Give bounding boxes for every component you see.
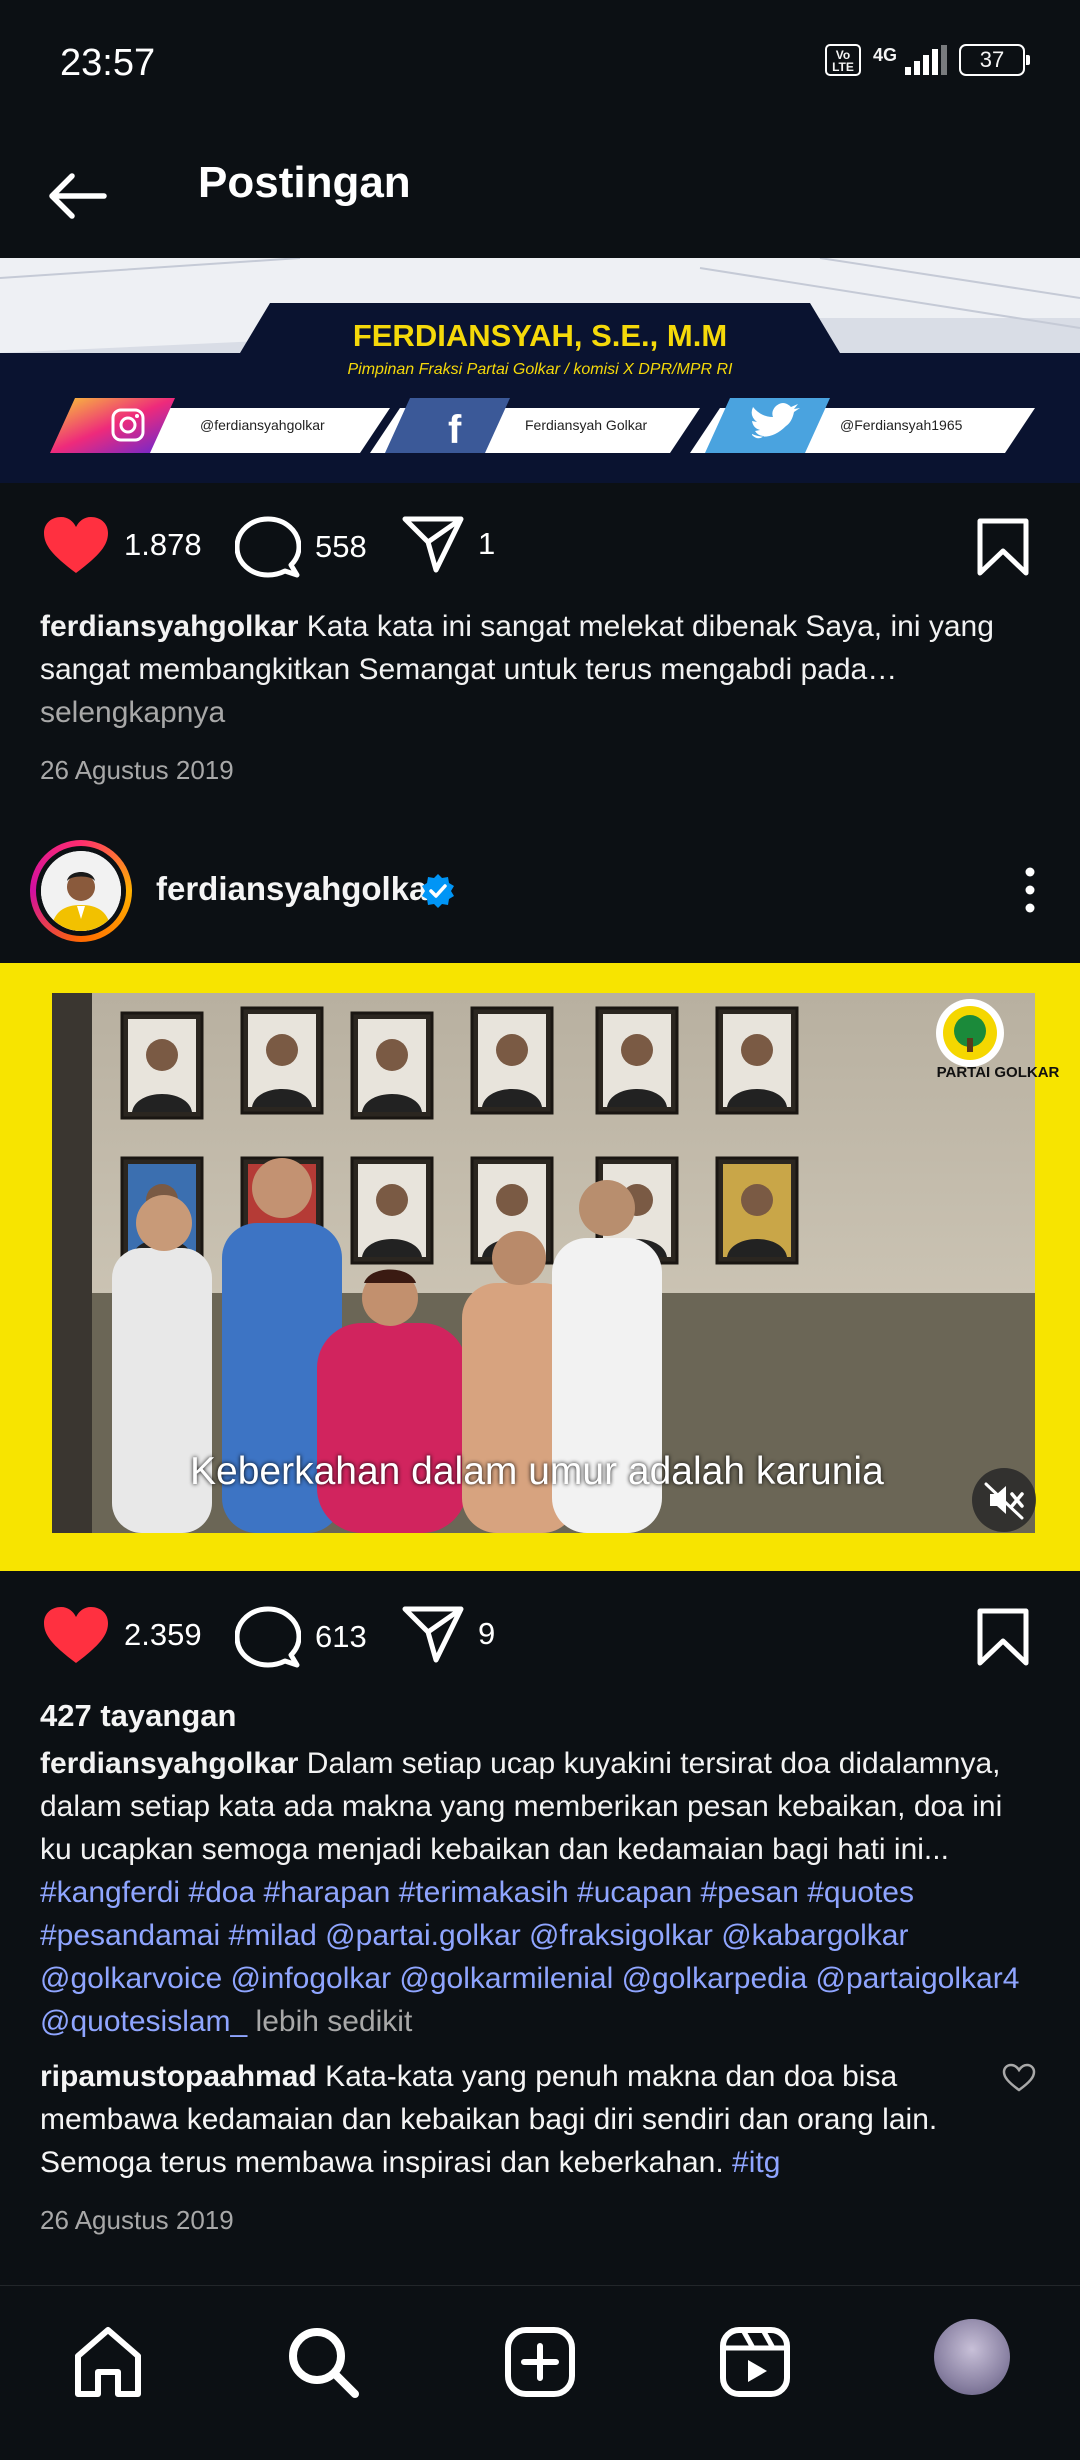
volte-icon: Vo LTE <box>824 44 861 76</box>
bookmark-icon[interactable] <box>976 517 1030 577</box>
home-icon[interactable] <box>68 2322 148 2402</box>
banner-instagram: @ferdiansyahgolkar <box>200 417 325 433</box>
signal-icon <box>905 45 947 75</box>
preview-comment: ripamustopaahmad Kata-kata yang penuh ma… <box>40 2055 940 2184</box>
comment-username[interactable]: ripamustopaahmad <box>40 2060 317 2093</box>
post1-share[interactable]: 1 <box>402 515 495 573</box>
comment-icon[interactable] <box>235 1605 301 1669</box>
share-count: 9 <box>478 1616 496 1651</box>
top-header: Postingan <box>0 130 1080 260</box>
post-username[interactable]: ferdiansyahgolkar <box>156 870 440 908</box>
svg-text:f: f <box>448 408 462 452</box>
post2-comment[interactable]: 613 <box>235 1605 367 1669</box>
post2-date: 26 Agustus 2019 <box>40 2205 234 2235</box>
post2-caption: ferdiansyahgolkar Dalam setiap ucap kuya… <box>40 1742 1040 2043</box>
comment-count: 613 <box>315 1619 367 1654</box>
bottom-navigation <box>0 2285 1080 2460</box>
video-subtitle: Keberkahan dalam umur adalah karunia <box>190 1450 884 1493</box>
status-time: 23:57 <box>60 42 156 84</box>
view-count[interactable]: 427 tayangan <box>40 1698 236 1734</box>
share-count: 1 <box>478 526 496 561</box>
reels-icon[interactable] <box>715 2322 795 2402</box>
create-icon[interactable] <box>500 2322 580 2402</box>
post1-caption: ferdiansyahgolkar Kata kata ini sangat m… <box>40 605 1040 734</box>
profile-avatar[interactable] <box>934 2319 1010 2395</box>
banner-twitter: @Ferdiansyah1965 <box>840 417 963 433</box>
heart-icon[interactable] <box>42 1605 110 1665</box>
comment-count: 558 <box>315 529 367 564</box>
more-link[interactable]: selengkapnya <box>40 696 225 729</box>
video-logo-text: PARTAI GOLKAR <box>937 1064 1060 1081</box>
comment-icon[interactable] <box>235 515 301 579</box>
status-icons: Vo LTE 4G 37 <box>824 44 1030 76</box>
comment-like-icon[interactable] <box>1002 2063 1036 2093</box>
share-icon[interactable] <box>402 515 464 573</box>
less-link[interactable]: lebih sedikit <box>247 2005 413 2038</box>
avatar[interactable] <box>30 840 132 942</box>
banner-facebook: Ferdiansyah Golkar <box>525 417 648 433</box>
battery-icon: 37 <box>959 44 1030 76</box>
post2-action-bar: 2.359 613 9 <box>0 1585 1080 1685</box>
mute-icon <box>984 1482 1024 1520</box>
post1-like[interactable]: 1.878 <box>42 515 202 575</box>
mute-button[interactable] <box>972 1468 1036 1532</box>
network-type: 4G <box>872 45 897 65</box>
post1-comment[interactable]: 558 <box>235 515 367 579</box>
post2-share[interactable]: 9 <box>402 1605 495 1663</box>
back-arrow-icon[interactable] <box>38 156 118 236</box>
status-bar: 23:57 Vo LTE 4G 37 <box>0 0 1080 130</box>
share-icon[interactable] <box>402 1605 464 1663</box>
post2-like[interactable]: 2.359 <box>42 1605 202 1665</box>
caption-username[interactable]: ferdiansyahgolkar <box>40 1747 298 1780</box>
comment-hashtag[interactable]: #itg <box>732 2146 780 2179</box>
banner-name: FERDIANSYAH, S.E., M.M <box>353 318 727 353</box>
search-icon[interactable] <box>283 2322 363 2402</box>
caption-hashtags[interactable]: #kangferdi #doa #harapan #terimakasih #u… <box>40 1876 1019 2038</box>
bookmark-icon[interactable] <box>976 1607 1030 1667</box>
heart-icon[interactable] <box>42 515 110 575</box>
page-title: Postingan <box>198 158 411 207</box>
more-options-icon[interactable] <box>1020 865 1040 915</box>
caption-username[interactable]: ferdiansyahgolkar <box>40 610 298 643</box>
post1-action-bar: 1.878 558 1 <box>0 495 1080 595</box>
like-count: 1.878 <box>124 527 202 562</box>
banner-subtitle: Pimpinan Fraksi Partai Golkar / komisi X… <box>348 361 734 378</box>
like-count: 2.359 <box>124 1617 202 1652</box>
post2-header: ferdiansyahgolkar <box>0 830 1080 950</box>
post-image-banner[interactable]: f FERDIANSYAH, S.E., M.M Pimpinan Fraksi… <box>0 258 1080 483</box>
post1-date: 26 Agustus 2019 <box>40 755 234 785</box>
verified-icon <box>422 874 454 908</box>
